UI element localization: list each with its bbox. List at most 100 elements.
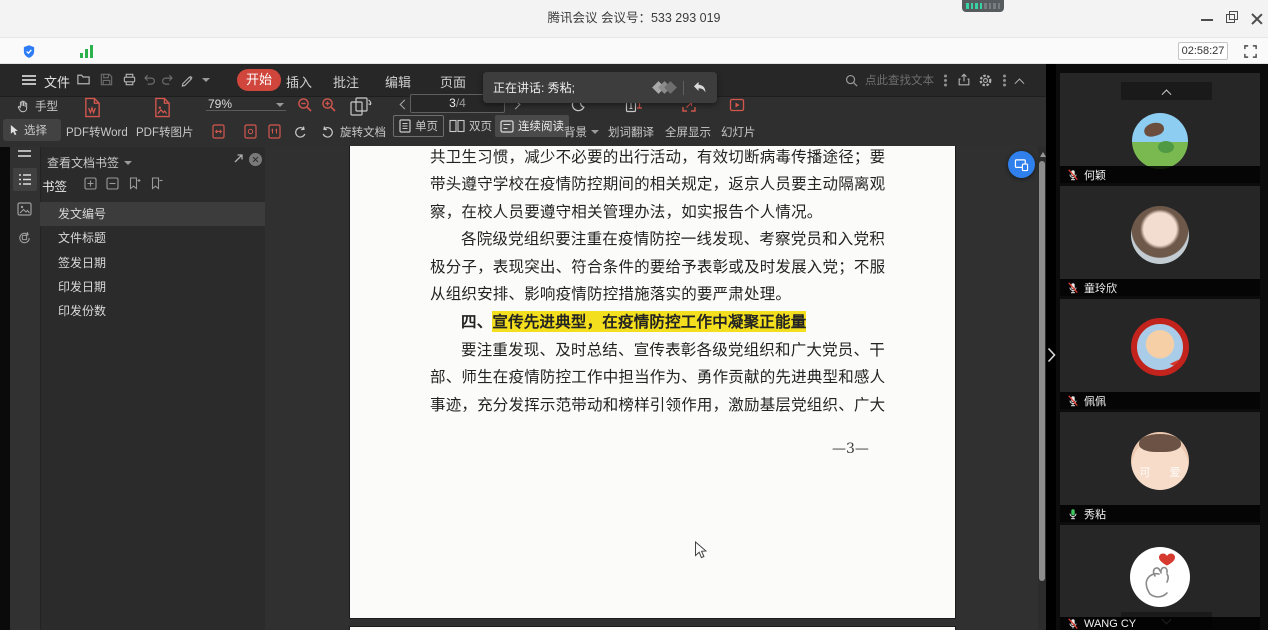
doc-scrollbar-thumb[interactable] [1039,161,1045,581]
add-bookmark-icon[interactable] [128,177,141,190]
meeting-timer: 02:58:27 [1178,42,1228,60]
restore-button[interactable] [1226,11,1242,27]
slideshow-label[interactable]: 幻灯片 [721,124,756,140]
more-options-icon[interactable] [1003,79,1006,82]
collapse-ribbon-icon[interactable] [1015,78,1025,88]
tab-edit[interactable]: 编辑 [385,72,411,91]
participant-tile[interactable]: 童玲欣 [1060,186,1260,296]
mic-muted-icon [1067,169,1079,181]
panel-close-icon[interactable] [249,153,262,166]
search-placeholder: 点此查找文本 [865,72,934,88]
fullscreen-display-label[interactable]: 全屏显示 [665,124,711,140]
zoom-level-value[interactable]: 79% [208,97,232,111]
fit-page-icon[interactable] [244,124,257,139]
close-button[interactable] [1249,11,1265,27]
fit-width-icon[interactable] [212,124,225,139]
hamburger-menu-icon[interactable] [22,75,36,77]
background-control[interactable]: 背景 [564,124,599,140]
page-total: /4 [456,96,466,110]
mobile-view-float-button[interactable] [1008,151,1035,178]
pdf-to-image-label[interactable]: PDF转图片 [136,124,194,140]
open-folder-icon[interactable] [76,72,91,87]
thumbnail-panel-icon[interactable] [17,202,32,216]
file-menu[interactable]: 文件 [44,72,70,91]
participant-tile[interactable]: 可 爱 秀粘 [1060,412,1260,522]
bookmark-item[interactable]: 签发日期 [40,251,265,275]
panel-expand-icon[interactable] [233,153,244,164]
tab-insert[interactable]: 插入 [286,72,312,91]
mic-muted-icon [1067,395,1079,407]
settings-gear-icon[interactable] [978,73,993,88]
print-icon[interactable] [122,72,137,87]
collapse-videos-button[interactable] [1121,82,1212,100]
bookmark-item[interactable]: 印发份数 [40,299,265,323]
zoom-out-icon[interactable] [297,97,313,113]
minimize-button[interactable] [1201,11,1213,21]
redo-icon[interactable] [160,72,175,87]
tab-annotate[interactable]: 批注 [333,72,359,91]
undo-icon[interactable] [142,72,157,87]
search-more-icon[interactable] [944,79,947,82]
pdf-to-image-icon[interactable] [153,97,172,118]
panel-header-dropdown-icon [124,161,132,165]
translate-label[interactable]: 划词翻译 [608,124,654,140]
collapse-bookmark-icon[interactable] [106,177,119,190]
reply-arrow-icon[interactable] [692,81,707,94]
avatar-finger-heart [1130,547,1190,607]
pdf-app-window: 文件 开始 插入 批注 编辑 页面 保护 工具 点此查找文本 [0,64,1046,630]
panel-header[interactable]: 查看文档书签 [47,154,132,171]
expand-bookmark-icon[interactable] [84,177,97,190]
participant-name-bar: 何颖 [1060,166,1260,183]
bookmark-item[interactable]: 发文编号 [40,202,265,226]
fullscreen-icon[interactable] [1243,44,1258,59]
pdf-to-word-icon[interactable] [83,97,102,118]
speaking-toast: 正在讲话: 秀粘; [483,72,717,103]
select-tool[interactable]: 选择 [3,119,61,141]
quickbar-dropdown-icon[interactable] [202,78,210,82]
tab-start[interactable]: 开始 [237,69,281,91]
zoom-in-icon[interactable] [321,97,337,113]
sidebar-expand-icon[interactable] [1047,347,1056,363]
tab-page[interactable]: 页面 [440,72,466,91]
panel-header-label: 查看文档书签 [47,154,119,171]
signal-strength-icon[interactable] [80,45,93,58]
rail-menu-icon[interactable] [18,150,31,152]
pdf-convert-panel-icon[interactable] [17,230,32,245]
doc-line: 察，在校人员要遵守相关管理办法，如实报告个人情况。 [430,199,877,226]
avatar-baby-face: 可 爱 [1131,432,1189,490]
side-rail [10,147,40,630]
participant-tile[interactable]: WANG CY [1060,525,1260,630]
bookmark-item[interactable]: 印发日期 [40,275,265,299]
participant-name: WANG CY [1084,618,1136,630]
tencent-meeting-window: 腾讯会议 会议号：533 293 019 02:58:27 文件 [0,0,1268,630]
participant-tile[interactable]: 佩佩 [1060,299,1260,409]
rotate-left-icon[interactable] [320,125,335,140]
continuous-read-mode[interactable]: 连续阅读 [495,115,569,137]
pdf-page-3: 共卫生习惯，减少不必要的出行活动，有效切断病毒传播途径；要 带头遵守学校在疫情防… [350,146,955,618]
rotate-doc-label[interactable]: 旋转文档 [340,124,386,140]
security-shield-icon[interactable] [22,44,36,59]
search-icon [845,74,858,87]
save-icon[interactable] [99,72,114,87]
share-icon[interactable] [957,73,971,87]
mic-muted-icon [1067,282,1079,294]
participant-name: 童玲欣 [1084,280,1117,296]
participant-name: 何颖 [1084,167,1106,183]
hand-tool[interactable]: 手型 [16,98,58,114]
toast-divider [683,81,684,95]
actual-size-icon[interactable] [268,124,281,139]
background-dropdown-icon [591,130,599,134]
participants-sidebar: 何颖 童玲欣 佩佩 可 爱 [1056,64,1268,630]
pdf-to-word-label[interactable]: PDF转Word [66,124,128,140]
document-viewport[interactable]: 共卫生习惯，减少不必要的出行活动，有效切断病毒传播途径；要 带头遵守学校在疫情防… [265,146,1038,630]
slideshow-icon[interactable] [729,97,745,113]
single-page-mode[interactable]: 单页 [393,115,444,137]
participant-tile[interactable]: 何颖 [1060,73,1260,183]
rotate-right-icon[interactable] [293,125,308,140]
delete-bookmark-icon[interactable] [150,177,163,190]
sign-pen-icon[interactable] [180,72,195,87]
rotate-doc-icon[interactable] [349,96,372,117]
zoom-dropdown-icon[interactable] [276,103,284,107]
bookmark-item[interactable]: 文件标题 [40,226,265,250]
find-text-control[interactable]: 点此查找文本 [845,72,1023,88]
